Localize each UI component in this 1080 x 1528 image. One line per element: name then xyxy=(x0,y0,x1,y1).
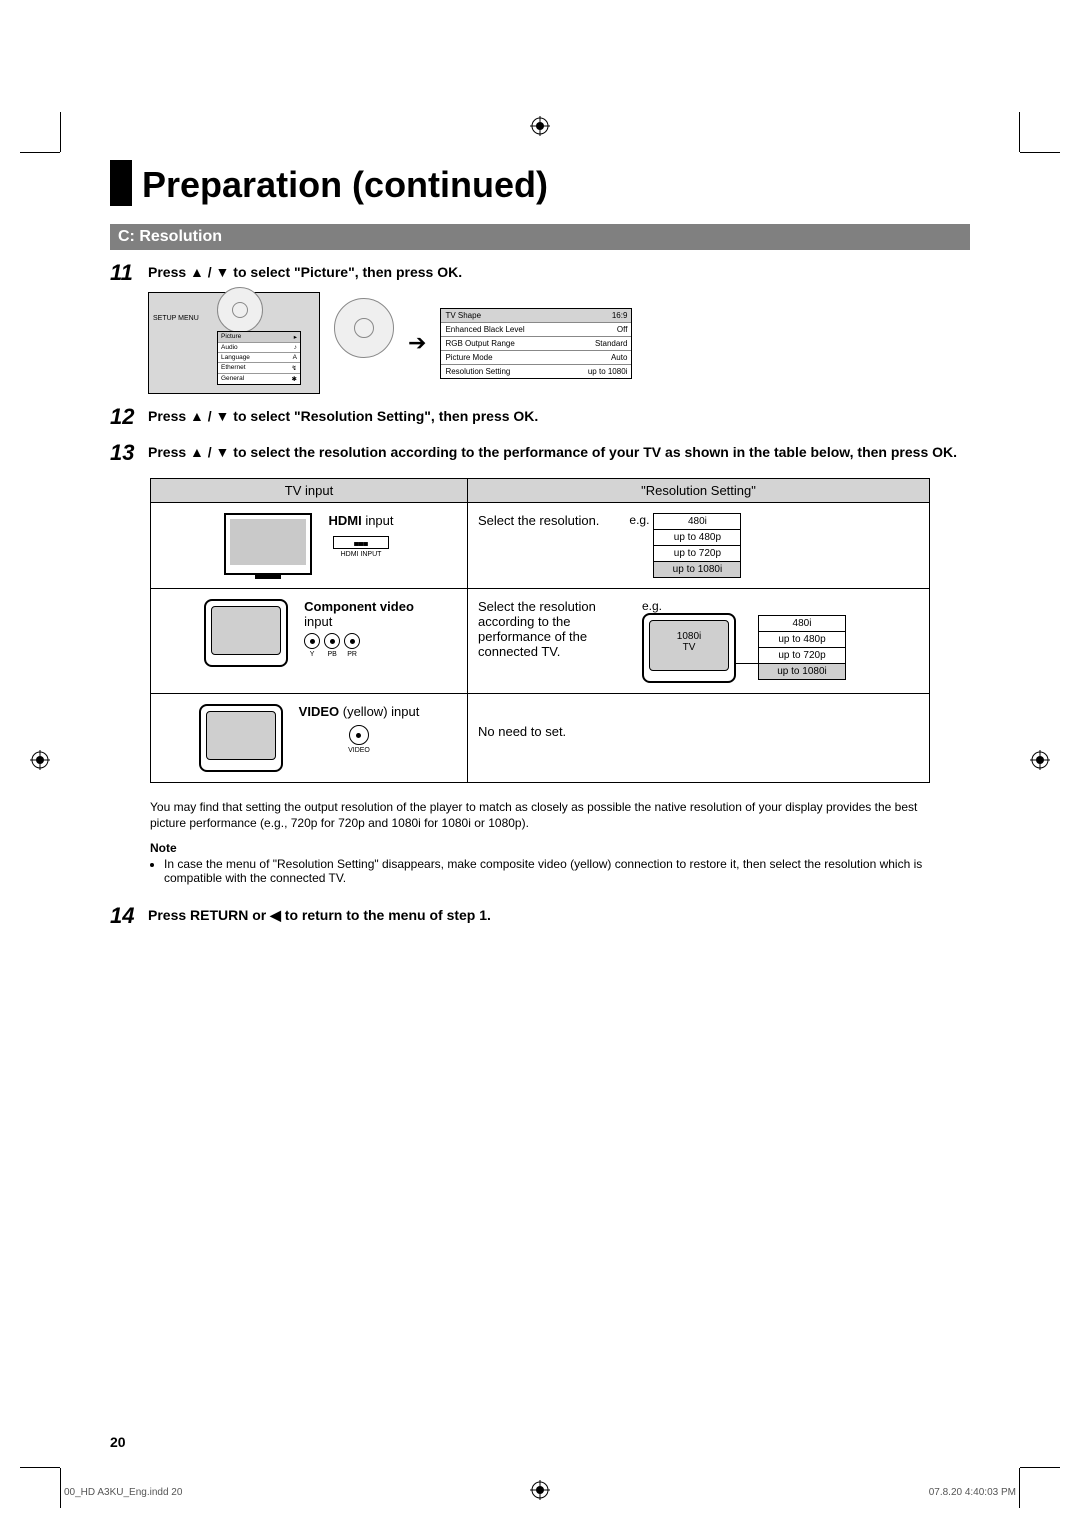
instruction-text: No need to set. xyxy=(478,704,919,739)
remote-ok-icon xyxy=(334,298,394,358)
rca-jack-icon xyxy=(324,633,340,649)
table-header: "Resolution Setting" xyxy=(468,479,930,503)
footer-right: 07.8.20 4:40:03 PM xyxy=(929,1487,1016,1498)
tv-capability-label: 1080i TV xyxy=(677,631,701,653)
step-number: 13 xyxy=(110,440,148,466)
registration-mark-icon xyxy=(530,116,550,136)
title-bar xyxy=(110,160,132,206)
note-header: Note xyxy=(150,841,970,855)
registration-mark-icon xyxy=(30,750,50,770)
step-text: Press ▲ / ▼ to select "Picture", then pr… xyxy=(148,260,462,286)
table-row: VIDEO (yellow) input VIDEO No need to se… xyxy=(151,694,930,783)
connector-line-icon xyxy=(736,663,758,664)
resolution-table: TV input "Resolution Setting" HDMI input… xyxy=(150,478,930,783)
note-item: In case the menu of "Resolution Setting"… xyxy=(164,857,944,885)
example-label: e.g. xyxy=(629,513,649,527)
step-text: Press ▲ / ▼ to select the resolution acc… xyxy=(148,440,957,466)
menu-item: Language xyxy=(221,354,250,361)
rca-jack-icon xyxy=(349,725,369,745)
menu-item: Picture xyxy=(221,333,241,341)
menu-item: Audio xyxy=(221,344,238,351)
menu-item: General xyxy=(221,375,244,383)
table-row: Component videoinput Y PB PR Select the … xyxy=(151,589,930,694)
page-title: Preparation (continued) xyxy=(142,164,548,206)
table-row: HDMI input ▄▄▄ HDMI INPUT Select the res… xyxy=(151,503,930,589)
crt-tv-icon xyxy=(199,704,283,772)
setup-menu-label: SETUP MENU xyxy=(153,315,199,322)
rca-jack-icon xyxy=(344,633,360,649)
resolution-options: 480i up to 480p up to 720p up to 1080i xyxy=(653,513,741,578)
instruction-text: Select the resolution according to the p… xyxy=(478,599,628,659)
step-text: Press ▲ / ▼ to select "Resolution Settin… xyxy=(148,404,538,430)
step-number: 11 xyxy=(110,260,148,286)
remote-dpad-icon xyxy=(217,287,263,333)
step-text: Press RETURN or ◀ to return to the menu … xyxy=(148,903,491,929)
paragraph: You may find that setting the output res… xyxy=(150,799,950,831)
registration-mark-icon xyxy=(1030,750,1050,770)
arrow-right-icon: ➔ xyxy=(408,330,426,356)
port-label: HDMI INPUT xyxy=(341,551,382,558)
flat-tv-icon xyxy=(224,513,312,575)
step-number: 12 xyxy=(110,404,148,430)
setup-menu-illustration: SETUP MENU Picture▸ Audio♪ LanguageA Eth… xyxy=(148,292,320,394)
input-description: Component videoinput xyxy=(304,599,414,629)
menu-item: Ethernet xyxy=(221,364,246,372)
crt-tv-icon xyxy=(204,599,288,667)
section-header: C: Resolution xyxy=(110,224,970,250)
picture-menu-illustration: TV Shape16:9 Enhanced Black LevelOff RGB… xyxy=(440,308,632,379)
hdmi-port-icon: ▄▄▄ xyxy=(333,536,389,549)
example-label: e.g. xyxy=(642,599,846,613)
page-number: 20 xyxy=(110,1434,126,1450)
resolution-options: 480i up to 480p up to 720p up to 1080i xyxy=(758,615,846,680)
port-label: VIDEO xyxy=(348,747,370,754)
table-header: TV input xyxy=(151,479,468,503)
rca-jack-icon xyxy=(304,633,320,649)
input-description: HDMI input xyxy=(328,513,393,528)
registration-mark-icon xyxy=(530,1480,550,1500)
footer-left: 00_HD A3KU_Eng.indd 20 xyxy=(64,1487,182,1498)
input-description: VIDEO (yellow) input xyxy=(299,704,420,719)
instruction-text: Select the resolution. xyxy=(478,513,599,528)
step-number: 14 xyxy=(110,903,148,929)
